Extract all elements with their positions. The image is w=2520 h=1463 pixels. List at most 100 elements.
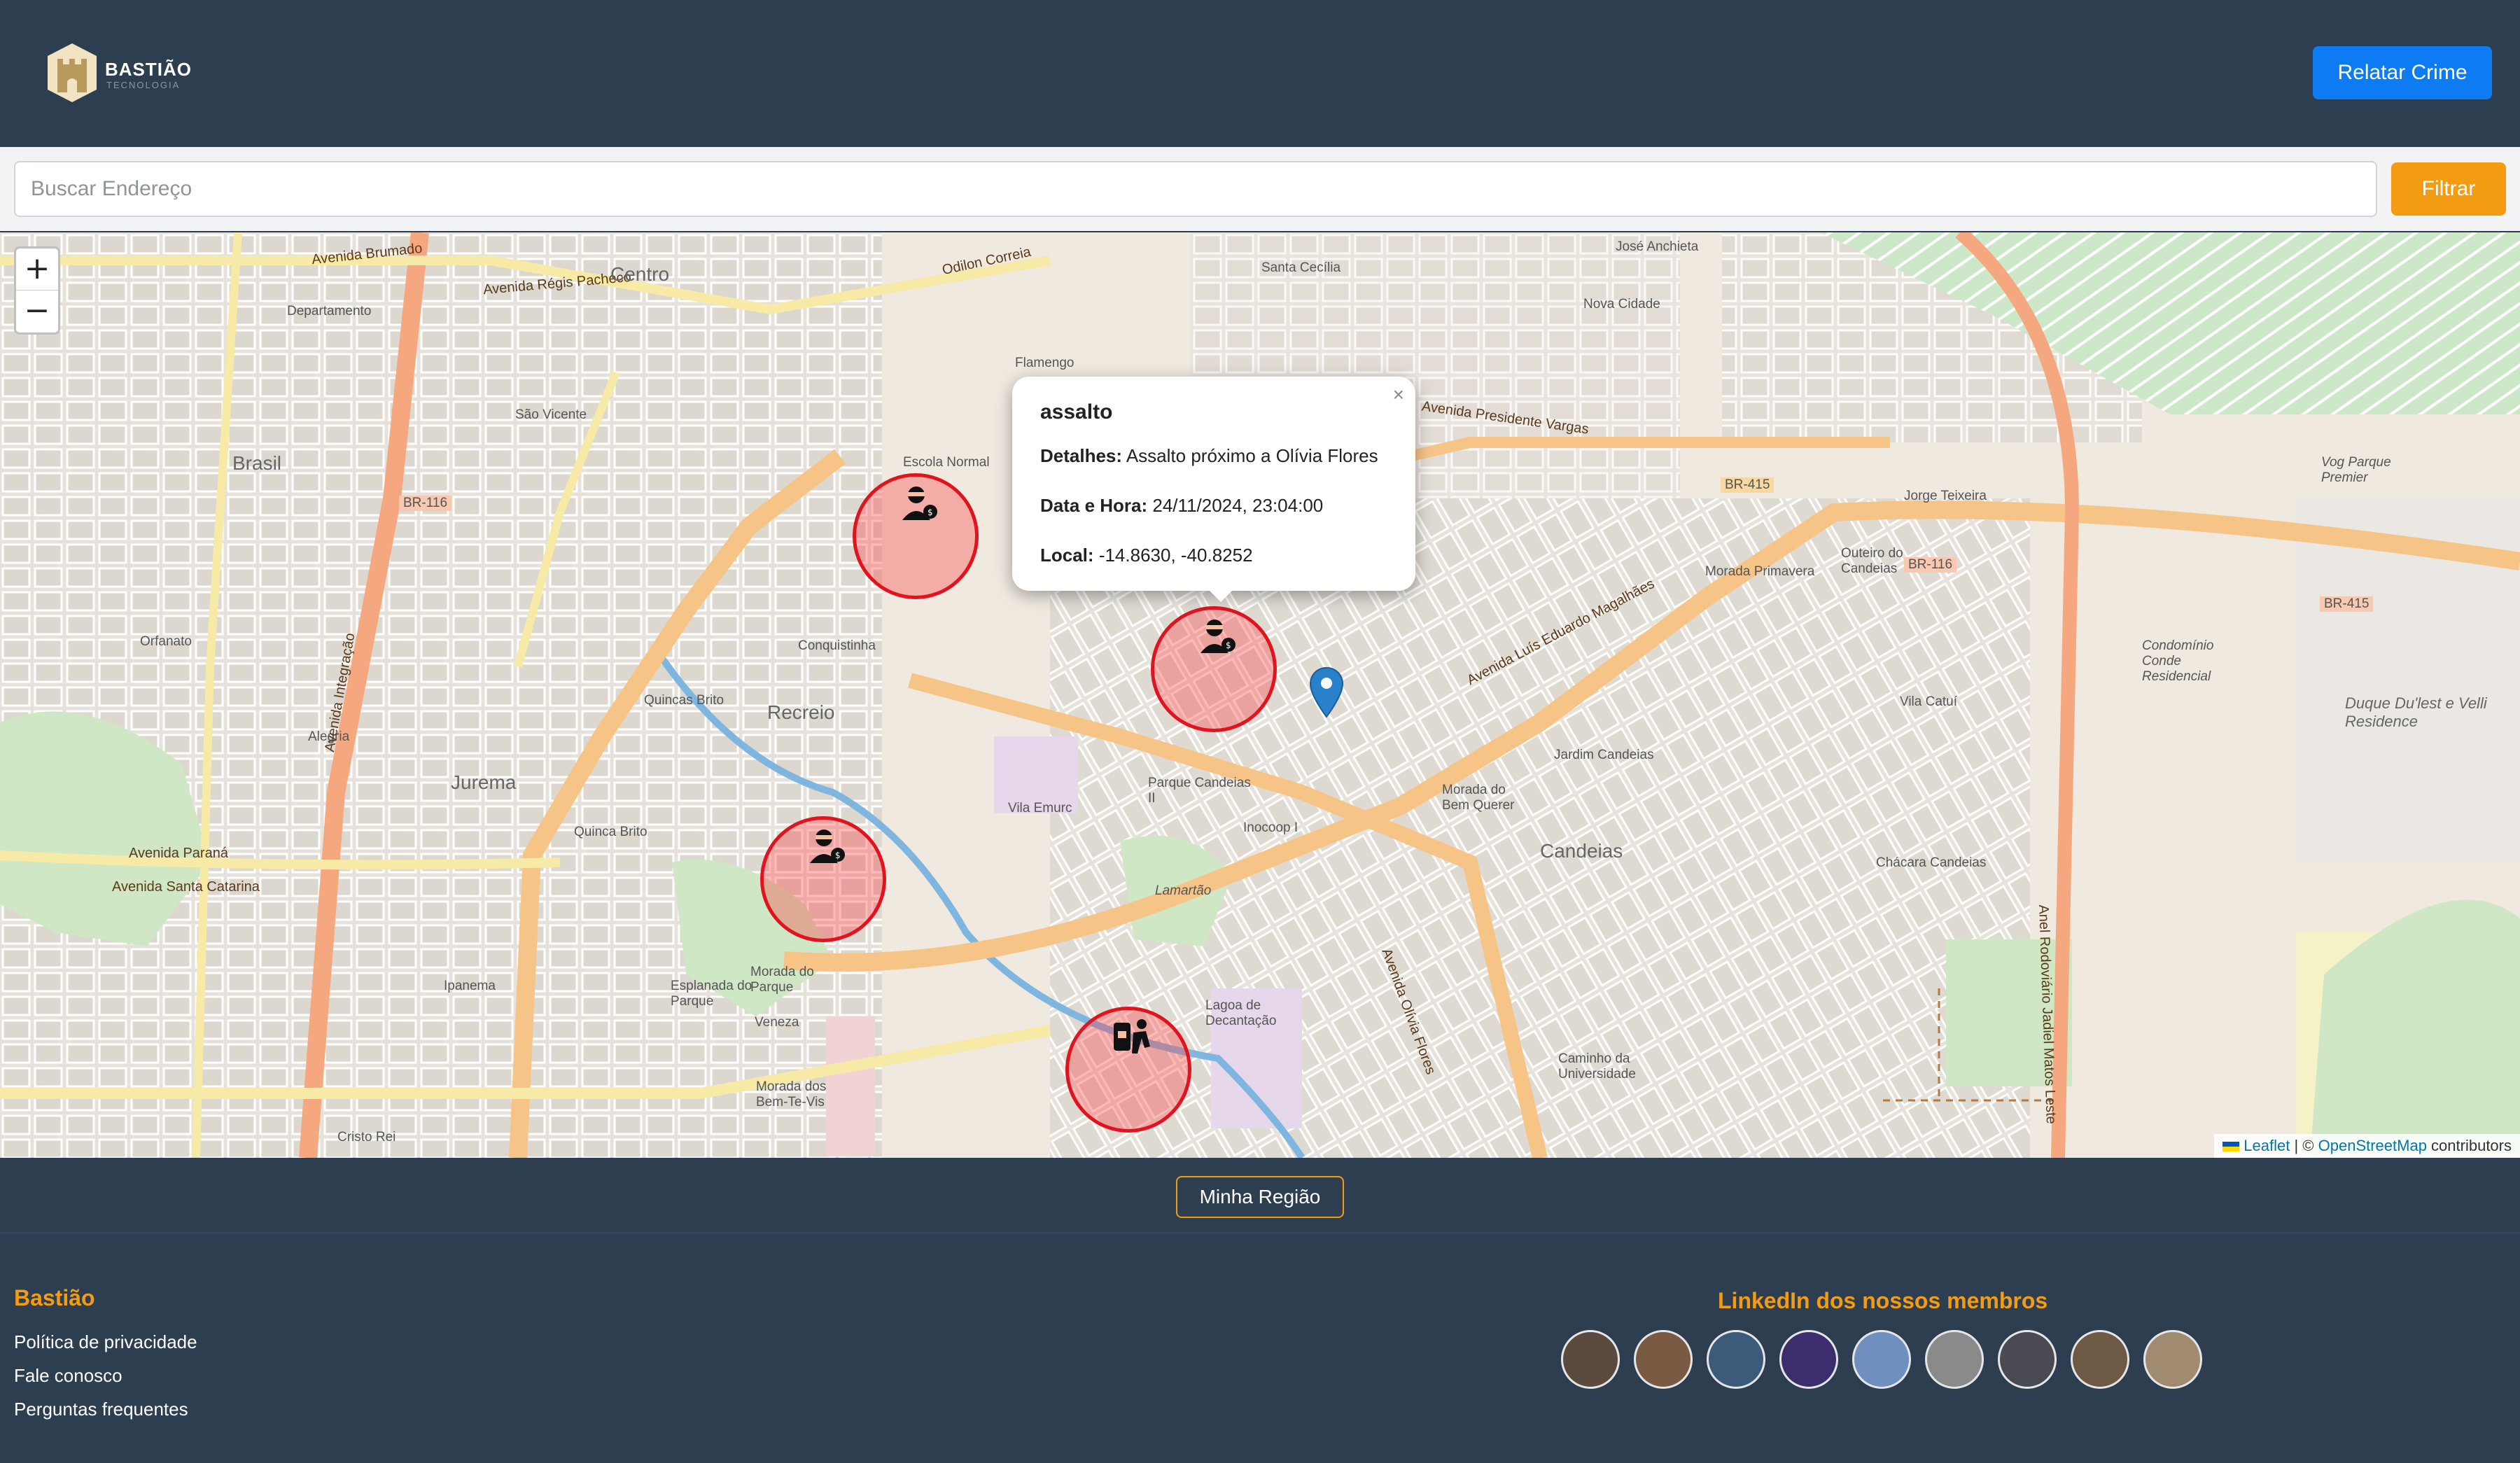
map-label: BR-415: [2320, 596, 2374, 612]
map-label: Lagoa de Decantação: [1205, 998, 1277, 1028]
crime-popup: × assalto Detalhes: Assalto próximo a Ol…: [1012, 377, 1415, 591]
search-bar: Filtrar: [0, 147, 2520, 231]
map-label: Orfanato: [140, 634, 192, 649]
map-label: Santa Cecília: [1261, 260, 1341, 275]
map-label: Nova Cidade: [1583, 297, 1660, 312]
crime-marker-robbery[interactable]: $: [853, 473, 979, 599]
thief-breaking-in-icon: [1114, 1019, 1150, 1054]
region-bar: Minha Região: [0, 1158, 2520, 1233]
map-label: Vila Emurc: [1008, 801, 1072, 816]
robber-icon: $: [1200, 620, 1236, 653]
map-label: Condomínio Conde Residencial: [2142, 638, 2214, 684]
map-label: Veneza: [755, 1015, 799, 1030]
privacy-policy-link[interactable]: Política de privacidade: [14, 1331, 197, 1353]
member-avatar[interactable]: [1561, 1330, 1620, 1389]
popup-datetime-label: Data e Hora:: [1040, 495, 1148, 516]
popup-datetime-row: Data e Hora: 24/11/2024, 23:04:00: [1040, 495, 1387, 517]
close-icon[interactable]: ×: [1393, 384, 1404, 406]
attribution-separator: | ©: [2290, 1137, 2318, 1154]
app-header: BASTIÃO TECNOLOGIA Relatar Crime: [0, 0, 2520, 147]
member-avatar[interactable]: [1707, 1330, 1765, 1389]
zoom-control: + −: [14, 246, 60, 335]
address-search-input[interactable]: [14, 161, 2377, 217]
map-label: Caminho da Universidade: [1558, 1051, 1636, 1082]
member-avatar[interactable]: [1852, 1330, 1911, 1389]
map-label: Inocoop I: [1243, 820, 1298, 835]
map-label: Avenida Paraná: [129, 846, 228, 861]
report-crime-button[interactable]: Relatar Crime: [2313, 46, 2492, 99]
popup-location-row: Local: -14.8630, -40.8252: [1040, 545, 1387, 566]
map-label: José Anchieta: [1616, 239, 1699, 254]
faq-link[interactable]: Perguntas frequentes: [14, 1399, 188, 1420]
popup-tip: [1205, 587, 1236, 602]
map-label: Morada Primavera: [1705, 564, 1815, 579]
map-label: Morada dos Bem-Te-Vis: [756, 1079, 827, 1110]
map-label: BR-116: [399, 496, 452, 511]
logo[interactable]: BASTIÃO TECNOLOGIA: [43, 41, 192, 108]
map-label: Escola Normal: [903, 455, 990, 470]
member-avatar[interactable]: [2071, 1330, 2129, 1389]
member-avatar[interactable]: [2143, 1330, 2202, 1389]
map-label: Ipanema: [444, 979, 496, 993]
map-attribution: Leaflet | © OpenStreetMap contributors: [2214, 1134, 2520, 1158]
popup-datetime-value: 24/11/2024, 23:04:00: [1152, 495, 1324, 516]
map-label: Esplanada do Parque: [671, 979, 752, 1009]
map-label: Morada do Parque: [750, 965, 814, 995]
robber-icon: $: [902, 486, 937, 520]
map-label: Cristo Rei: [337, 1130, 396, 1144]
map-label: Quinca Brito: [574, 825, 648, 839]
my-region-button[interactable]: Minha Região: [1176, 1176, 1344, 1218]
attribution-tail: contributors: [2426, 1137, 2512, 1154]
map-label: Lamartão: [1155, 883, 1212, 898]
map-label: Vila Catuí: [1900, 694, 1958, 709]
zoom-in-button[interactable]: +: [16, 248, 58, 290]
leaflet-link[interactable]: Leaflet: [2244, 1137, 2290, 1154]
svg-text:$: $: [835, 850, 841, 860]
map-label: Duque Du'lest e Velli Residence: [2345, 694, 2487, 730]
map-label: Departamento: [287, 304, 372, 318]
member-avatar[interactable]: [1925, 1330, 1984, 1389]
logo-name: BASTIÃO: [105, 59, 192, 80]
popup-details-row: Detalhes: Assalto próximo a Olívia Flore…: [1040, 445, 1387, 467]
member-avatar[interactable]: [1998, 1330, 2057, 1389]
location-pin-icon[interactable]: [1309, 666, 1344, 718]
popup-details-value: Assalto próximo a Olívia Flores: [1126, 445, 1378, 466]
footer-brand: Bastião: [14, 1285, 95, 1310]
svg-text:$: $: [927, 507, 933, 517]
crime-marker-theft[interactable]: [1065, 1007, 1191, 1133]
members-title: LinkedIn dos nossos membros: [1718, 1288, 2048, 1313]
svg-text:$: $: [1226, 640, 1231, 650]
map-label: Morada do Bem Querer: [1442, 783, 1515, 813]
map-label: Jurema: [451, 771, 517, 793]
popup-title: assalto: [1040, 400, 1113, 424]
logo-subtitle: TECNOLOGIA: [106, 80, 181, 90]
crime-marker-robbery[interactable]: $: [1151, 606, 1277, 732]
map-label: Outeiro do Candeias: [1841, 546, 1903, 576]
map-label: Quincas Brito: [644, 693, 724, 708]
map-label: Flamengo: [1015, 356, 1074, 370]
map-label: Centro: [610, 263, 670, 285]
map-label: Jorge Teixeira: [1904, 489, 1987, 503]
filter-button[interactable]: Filtrar: [2391, 162, 2506, 216]
map-label: Brasil: [232, 452, 282, 474]
map-label: Avenida Santa Catarina: [112, 879, 260, 895]
openstreetmap-link[interactable]: OpenStreetMap: [2318, 1137, 2427, 1154]
map-label: Parque Candeias II: [1148, 776, 1251, 806]
member-avatar[interactable]: [1634, 1330, 1693, 1389]
map-label: Candeias: [1540, 840, 1623, 862]
crime-marker-robbery[interactable]: $: [760, 816, 886, 942]
member-avatar[interactable]: [1779, 1330, 1838, 1389]
map-label: Recreio: [767, 701, 835, 723]
popup-location-value: -14.8630, -40.8252: [1098, 545, 1253, 566]
contact-link[interactable]: Fale conosco: [14, 1365, 122, 1387]
ukraine-flag-icon: [2222, 1142, 2240, 1152]
map-label: São Vicente: [515, 407, 587, 422]
map[interactable]: Avenida Brumado Avenida Régis Pacheco Ce…: [0, 232, 2520, 1158]
footer: Bastião Política de privacidade Fale con…: [0, 1233, 2520, 1463]
robber-icon: $: [810, 830, 845, 863]
member-avatars: [1561, 1330, 2219, 1393]
castle-logo-icon: [48, 43, 97, 102]
map-label: Vog Parque Premier: [2321, 455, 2391, 485]
map-label: Conquistinha: [798, 638, 876, 653]
zoom-out-button[interactable]: −: [16, 290, 58, 332]
